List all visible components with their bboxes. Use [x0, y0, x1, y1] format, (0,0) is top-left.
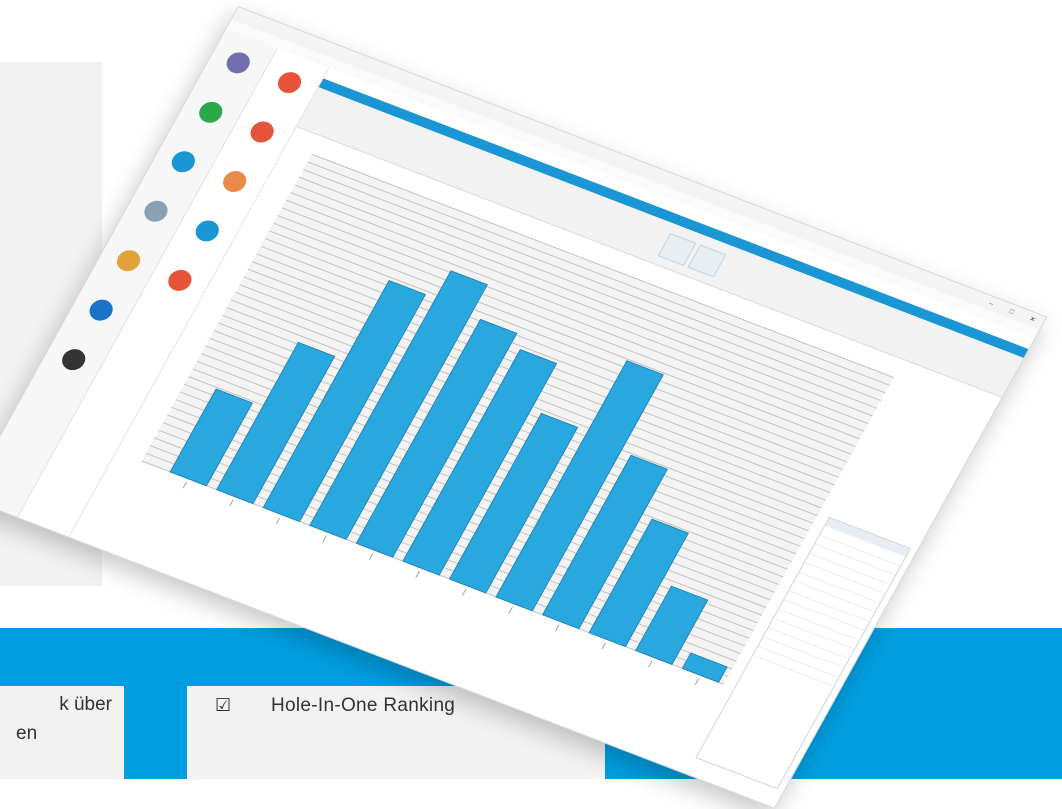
x-tick [182, 481, 187, 489]
nav-icon [167, 148, 200, 176]
nav-icon [219, 167, 251, 196]
nav-icon [195, 98, 227, 126]
x-tick [322, 535, 327, 543]
nav-icon [191, 217, 223, 245]
nav-icon [140, 197, 172, 225]
feature-box-left: k über en [0, 686, 124, 779]
feature-text-line1: k über [59, 694, 112, 715]
feature-label: Hole-In-One Ranking [271, 695, 456, 716]
x-tick [229, 499, 234, 507]
x-tick [275, 517, 281, 525]
nav-icon [164, 266, 196, 295]
x-tick [601, 642, 606, 650]
x-tick [508, 606, 513, 614]
x-tick [415, 571, 420, 578]
nav-icon [222, 49, 254, 77]
print-button [687, 244, 727, 278]
x-tick [648, 660, 653, 668]
x-tick [368, 553, 374, 560]
x-tick [694, 678, 700, 685]
nav-icon [112, 247, 145, 275]
nav-icon [58, 345, 90, 374]
x-tick [461, 589, 467, 596]
nav-icon [246, 118, 278, 146]
nav-icon [85, 296, 117, 324]
feature-text-line2: en [16, 723, 38, 744]
x-tick [555, 624, 560, 632]
nav-icon [273, 68, 306, 97]
checkbox-icon: ☑ [215, 695, 232, 716]
